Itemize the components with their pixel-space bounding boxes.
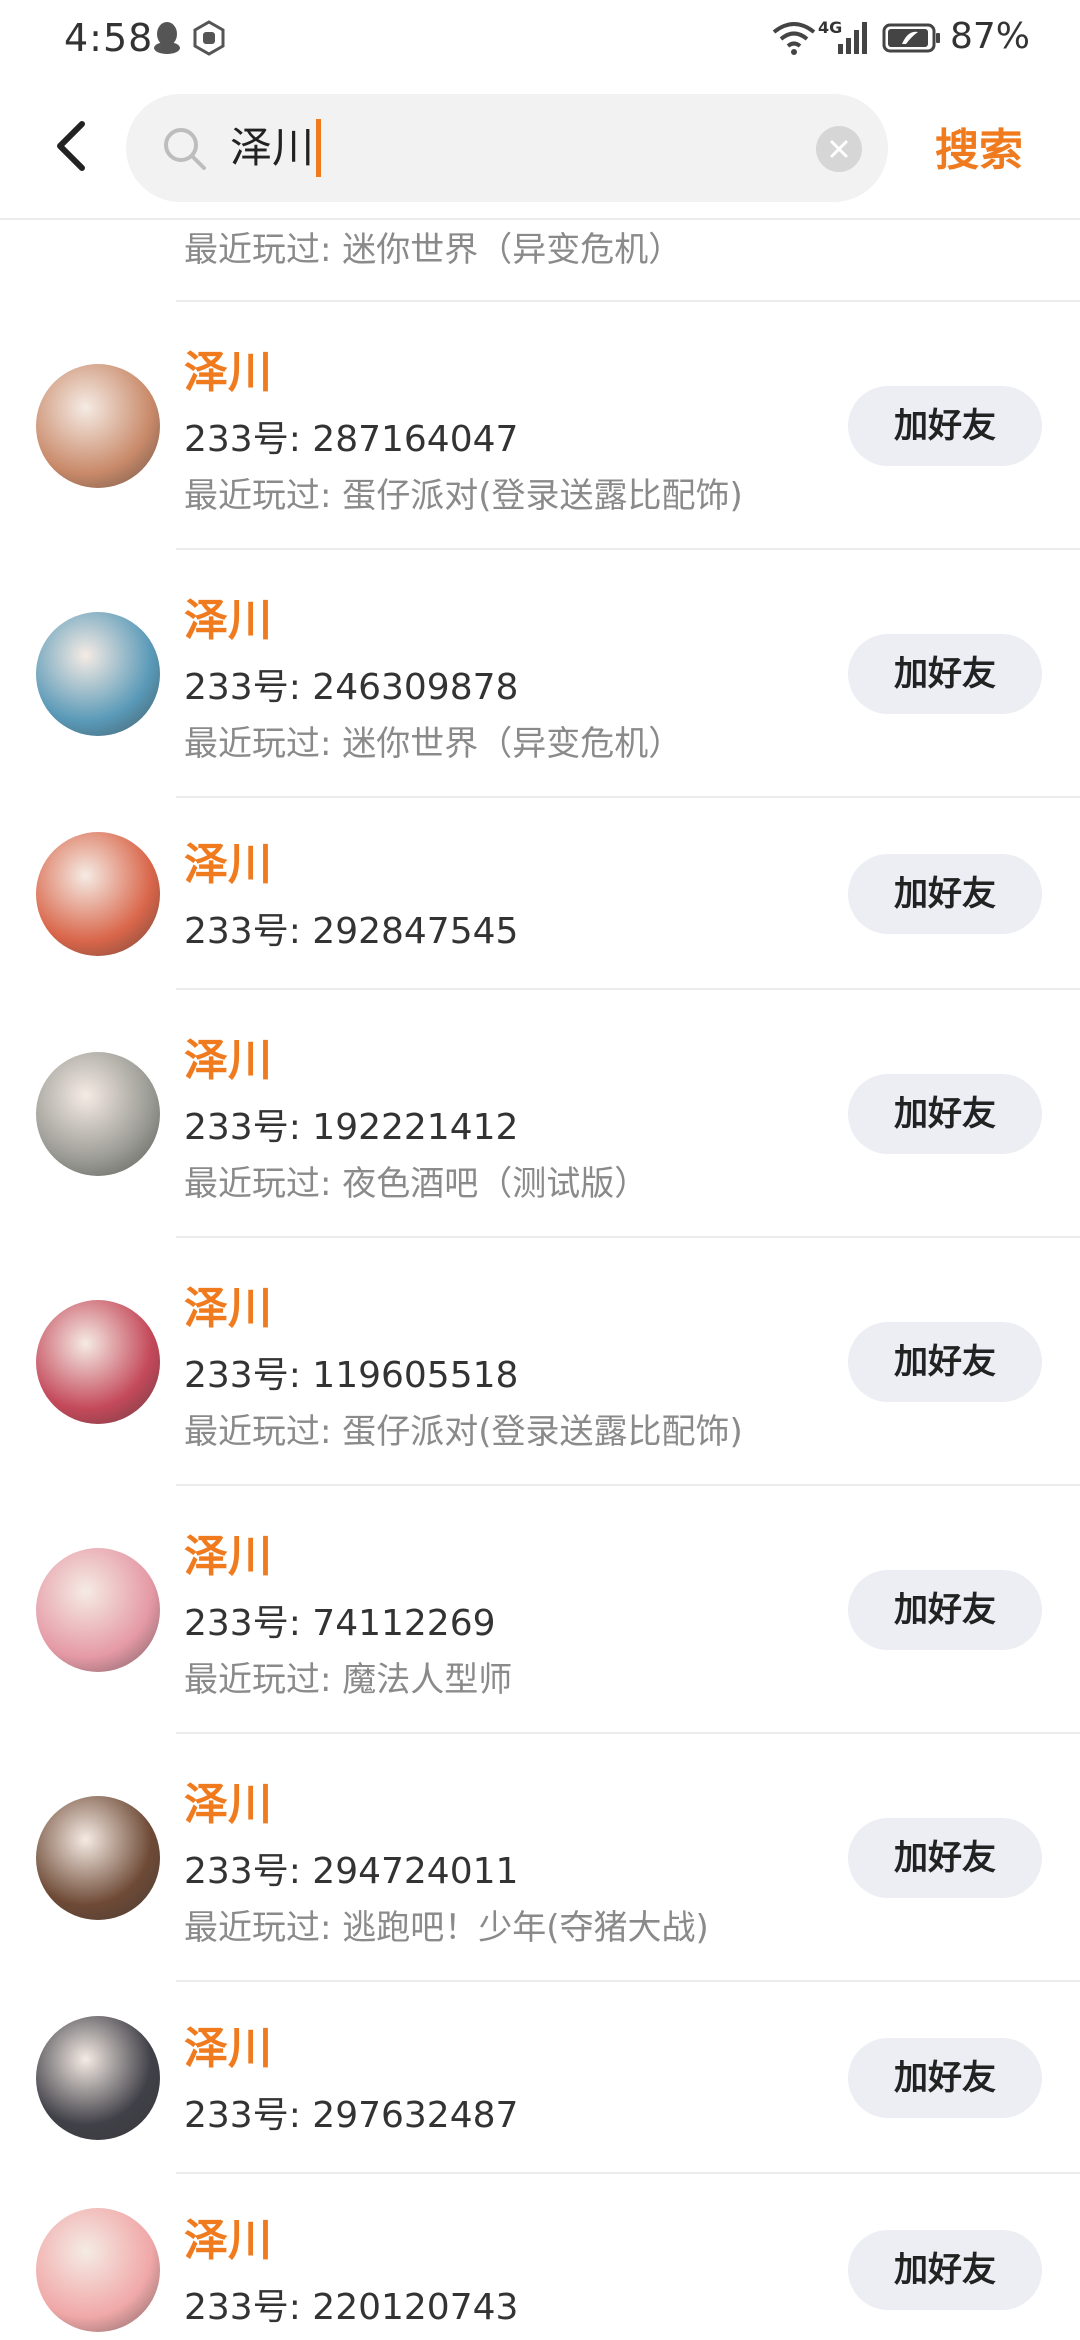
- user-name: 泽川: [184, 1283, 272, 1334]
- list-item[interactable]: 泽川 233号: 297632487 加好友: [0, 1982, 1080, 2174]
- battery-icon: [882, 23, 940, 53]
- avatar[interactable]: [36, 612, 160, 736]
- recent-played: 最近玩过: 迷你世界（异变危机）: [184, 230, 683, 270]
- recent-played: 最近玩过: 蛋仔派对(登录送露比配饰): [184, 1412, 743, 1452]
- recent-played: 最近玩过: 逃跑吧！少年(夺猪大战): [184, 1908, 709, 1948]
- user-id: 233号: 192221412: [184, 1107, 519, 1148]
- list-item[interactable]: 泽川 233号: 220120743 加好友: [0, 2174, 1080, 2340]
- list-item-partial: 最近玩过: 迷你世界（异变危机）: [176, 222, 1080, 302]
- user-name: 泽川: [184, 595, 272, 646]
- list-item[interactable]: 泽川 233号: 74112269 最近玩过: 魔法人型师 加好友: [0, 1486, 1080, 1734]
- list-item[interactable]: 泽川 233号: 294724011 最近玩过: 逃跑吧！少年(夺猪大战) 加好友: [0, 1734, 1080, 1982]
- user-id: 233号: 297632487: [184, 2095, 519, 2136]
- recent-played: 最近玩过: 蛋仔派对(登录送露比配饰): [184, 476, 743, 516]
- wifi-icon: [772, 22, 816, 55]
- add-friend-button[interactable]: 加好友: [848, 1322, 1042, 1402]
- list-item[interactable]: 泽川 233号: 246309878 最近玩过: 迷你世界（异变危机） 加好友: [0, 550, 1080, 798]
- user-id: 233号: 220120743: [184, 2287, 519, 2328]
- user-name: 泽川: [184, 2215, 272, 2266]
- user-name: 泽川: [184, 347, 272, 398]
- clear-button[interactable]: [816, 126, 862, 172]
- user-id: 233号: 292847545: [184, 911, 519, 952]
- user-id: 233号: 74112269: [184, 1603, 496, 1644]
- user-name: 泽川: [184, 1035, 272, 1086]
- avatar[interactable]: [36, 1796, 160, 1920]
- user-name: 泽川: [184, 1531, 272, 1582]
- search-button[interactable]: 搜索: [935, 114, 1023, 178]
- results-list[interactable]: 最近玩过: 迷你世界（异变危机） 泽川 233号: 287164047 最近玩过: …: [0, 222, 1080, 2340]
- user-id: 233号: 294724011: [184, 1851, 519, 1892]
- notification-icon: [193, 20, 225, 56]
- list-item[interactable]: 泽川 233号: 287164047 最近玩过: 蛋仔派对(登录送露比配饰) 加好友: [0, 302, 1080, 550]
- user-id: 233号: 119605518: [184, 1355, 519, 1396]
- search-header: 泽川 搜索: [0, 80, 1080, 220]
- avatar[interactable]: [36, 832, 160, 956]
- add-friend-button[interactable]: 加好友: [848, 634, 1042, 714]
- search-input[interactable]: 泽川: [230, 118, 322, 178]
- user-name: 泽川: [184, 1779, 272, 1830]
- search-box[interactable]: 泽川: [126, 94, 888, 202]
- add-friend-button[interactable]: 加好友: [848, 386, 1042, 466]
- list-item[interactable]: 泽川 233号: 292847545 加好友: [0, 798, 1080, 990]
- user-id: 233号: 287164047: [184, 419, 519, 460]
- avatar[interactable]: [36, 1548, 160, 1672]
- avatar[interactable]: [36, 1052, 160, 1176]
- add-friend-button[interactable]: 加好友: [848, 1818, 1042, 1898]
- list-item[interactable]: 泽川 233号: 119605518 最近玩过: 蛋仔派对(登录送露比配饰) 加好友: [0, 1238, 1080, 1486]
- recent-played: 最近玩过: 迷你世界（异变危机）: [184, 724, 683, 764]
- avatar[interactable]: [36, 2208, 160, 2332]
- battery-percent: 87%: [950, 16, 1031, 57]
- text-cursor: [316, 119, 322, 177]
- signal-icon: [838, 22, 867, 54]
- add-friend-button[interactable]: 加好友: [848, 2230, 1042, 2310]
- search-icon: [164, 128, 206, 170]
- back-button[interactable]: [44, 114, 100, 178]
- user-id: 233号: 246309878: [184, 667, 519, 708]
- list-item[interactable]: 泽川 233号: 192221412 最近玩过: 夜色酒吧（测试版） 加好友: [0, 990, 1080, 1238]
- status-time: 4:58: [64, 16, 154, 60]
- avatar[interactable]: [36, 2016, 160, 2140]
- add-friend-button[interactable]: 加好友: [848, 2038, 1042, 2118]
- close-icon: [830, 140, 848, 158]
- user-name: 泽川: [184, 2023, 272, 2074]
- avatar[interactable]: [36, 364, 160, 488]
- search-query: 泽川: [230, 123, 315, 172]
- avatar[interactable]: [36, 1300, 160, 1424]
- recent-played: 最近玩过: 魔法人型师: [184, 1660, 513, 1700]
- back-arrow-icon: [57, 121, 85, 171]
- add-friend-button[interactable]: 加好友: [848, 1570, 1042, 1650]
- add-friend-button[interactable]: 加好友: [848, 854, 1042, 934]
- status-bar: 4:58 4G 87%: [0, 0, 1080, 80]
- user-name: 泽川: [184, 839, 272, 890]
- qq-icon: [154, 22, 180, 54]
- recent-played: 最近玩过: 夜色酒吧（测试版）: [184, 1164, 649, 1204]
- add-friend-button[interactable]: 加好友: [848, 1074, 1042, 1154]
